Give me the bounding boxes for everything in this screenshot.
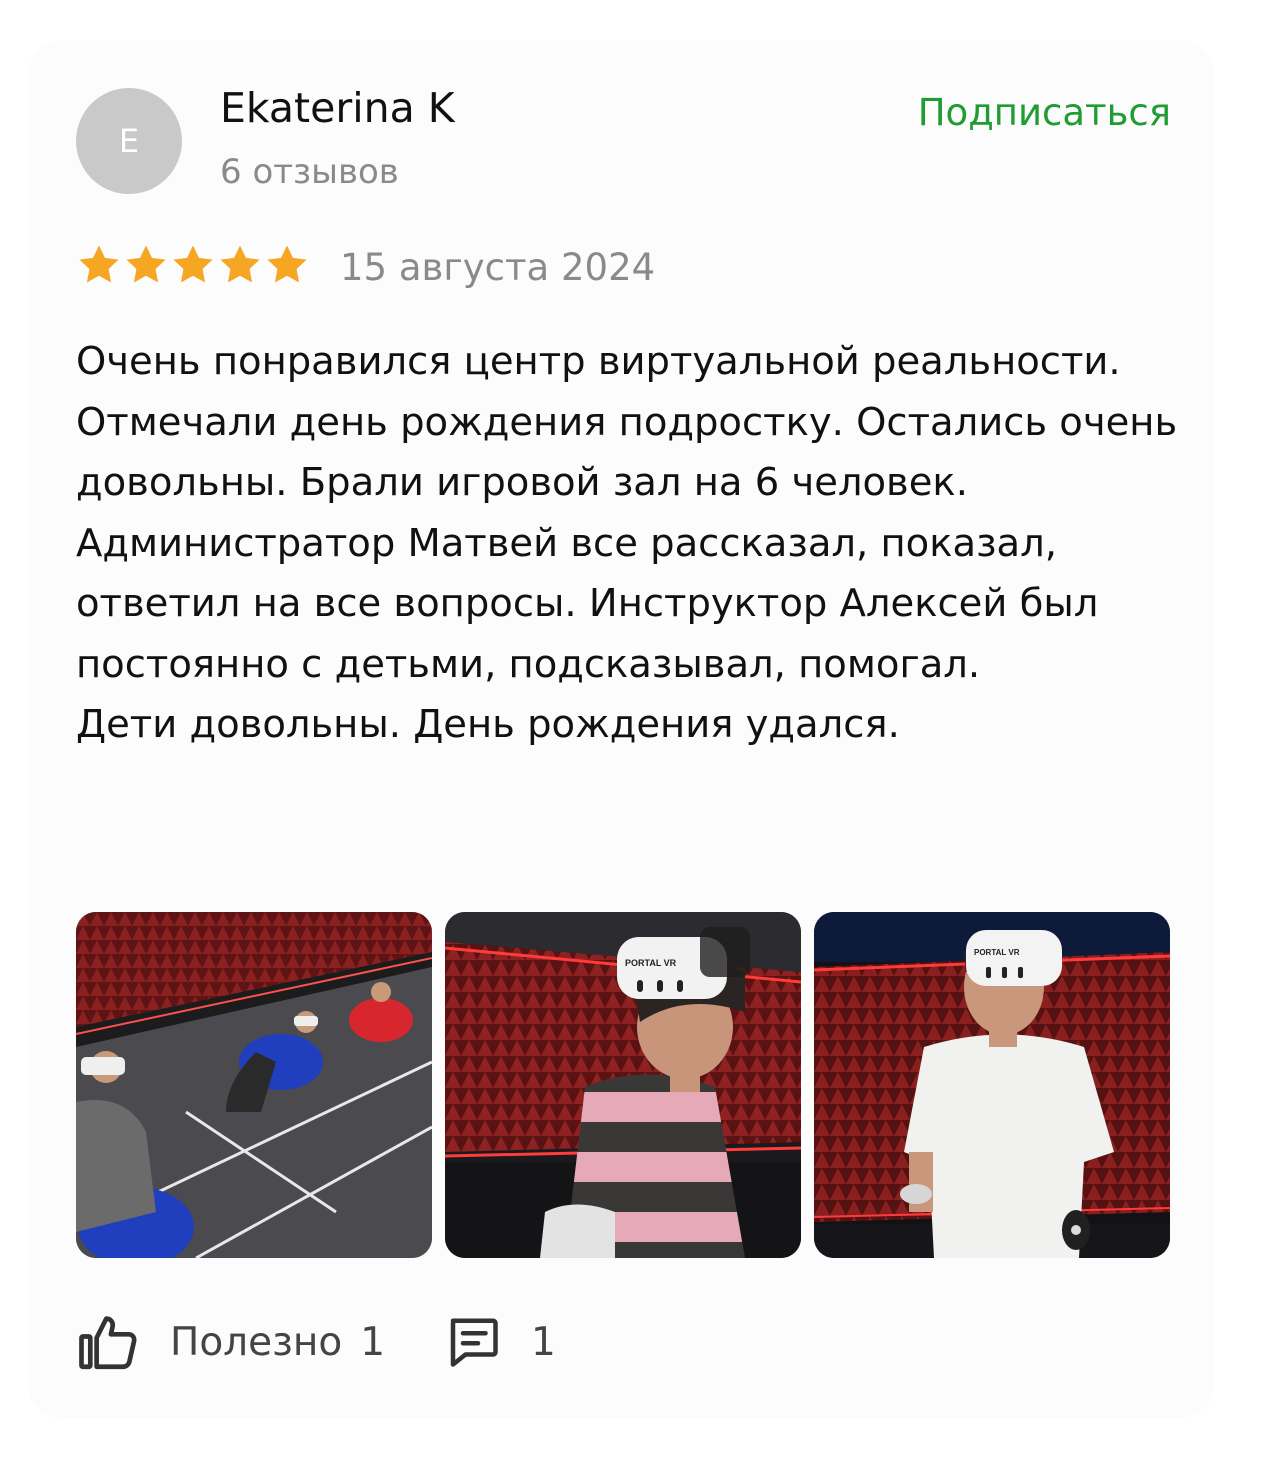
photo-gallery: PORTAL VR PORTAL VR: [76, 912, 1170, 1258]
author-name[interactable]: Ekaterina K: [220, 82, 455, 134]
review-paragraph: Отмечали день рождения подростку. Остали…: [76, 399, 1178, 687]
comments-count: 1: [531, 1319, 556, 1365]
review-paragraph: Дети довольны. День рождения удался.: [76, 702, 900, 747]
review-text: Очень понравился центр виртуальной реаль…: [76, 332, 1186, 756]
headset-brand-label: PORTAL VR: [974, 948, 1020, 957]
review-actions: Полезно 1 1: [76, 1304, 556, 1380]
star-icon: [267, 245, 307, 283]
avatar[interactable]: E: [76, 88, 182, 194]
comments-button[interactable]: 1: [443, 1312, 556, 1372]
star-icon: [220, 245, 260, 283]
photo-boy-striped-sweater[interactable]: PORTAL VR: [445, 912, 801, 1258]
review-paragraph: Очень понравился центр виртуальной реаль…: [76, 339, 1121, 384]
photo-kids-beanbags[interactable]: [76, 912, 432, 1258]
rating-stars: [76, 242, 310, 288]
star-icon: [79, 245, 119, 283]
headset-brand-label: PORTAL VR: [625, 958, 677, 968]
useful-count: 1: [360, 1319, 386, 1365]
photo-boy-white-tshirt[interactable]: PORTAL VR: [814, 912, 1170, 1258]
avatar-initial: E: [118, 122, 140, 160]
useful-button[interactable]: Полезно 1: [76, 1309, 385, 1375]
subscribe-button[interactable]: Подписаться: [918, 88, 1171, 138]
review-date: 15 августа 2024: [340, 246, 656, 289]
author-review-count: 6 отзывов: [220, 152, 399, 192]
star-icon: [173, 245, 213, 283]
thumbs-up-icon: [79, 1316, 137, 1370]
star-icon: [126, 245, 166, 283]
comment-icon: [450, 1318, 498, 1367]
useful-label: Полезно: [170, 1319, 343, 1365]
